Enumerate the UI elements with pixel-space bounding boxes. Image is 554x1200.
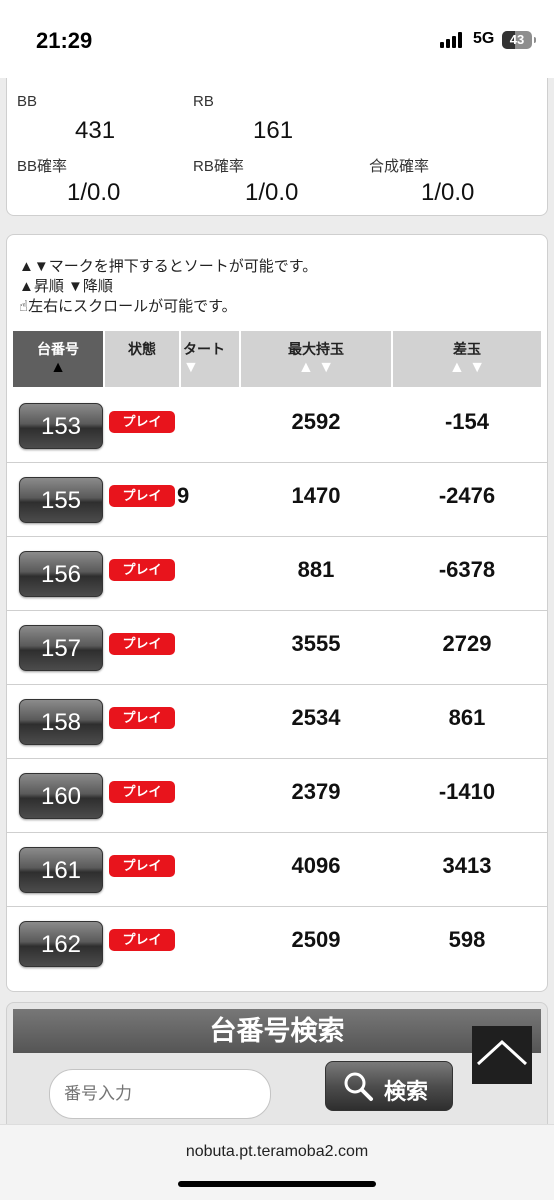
max-balls-value: 3555 — [291, 631, 341, 656]
diff-value: 2729 — [442, 631, 492, 656]
machine-number-button[interactable]: 155 — [19, 477, 103, 523]
table-row[interactable]: 155 プレイ 9 1470 -2476 — [7, 463, 547, 537]
url-text[interactable]: nobuta.pt.teramoba2.com — [0, 1143, 554, 1161]
bb-label: BB — [17, 93, 38, 110]
machine-number-button[interactable]: 160 — [19, 773, 103, 819]
battery-icon: 43 — [502, 31, 536, 49]
search-button[interactable]: 検索 — [325, 1061, 453, 1111]
machine-number-button[interactable]: 161 — [19, 847, 103, 893]
machine-number-button[interactable]: 157 — [19, 625, 103, 671]
sort-legend: ▲昇順 ▼降順 — [19, 278, 113, 295]
status-time: 21:29 — [36, 28, 93, 53]
max-balls-value: 2592 — [291, 409, 341, 434]
rb-prob-value: 1/0.0 — [245, 179, 299, 206]
max-balls-value: 2534 — [291, 705, 341, 730]
scroll-notice: ☝左右にスクロールが可能です。 — [19, 295, 237, 316]
status-badge: プレイ — [109, 411, 175, 433]
machine-number-button[interactable]: 156 — [19, 551, 103, 597]
sort-desc-icon[interactable]: ▼ — [183, 359, 239, 377]
sort-notice: ▲▼マークを押下するとソートが可能です。 — [19, 258, 318, 275]
status-badge: プレイ — [109, 781, 175, 803]
stats-card: BB 431 RB 161 BB確率 1/0.0 RB確率 1/0.0 合成確率… — [6, 60, 548, 216]
rb-label: RB — [193, 93, 214, 110]
header-max-balls-label: 最大持玉 — [288, 341, 344, 357]
bb-prob-value: 1/0.0 — [67, 179, 121, 206]
header-diff-label: 差玉 — [453, 341, 481, 357]
machine-number-button[interactable]: 153 — [19, 403, 103, 449]
status-badge: プレイ — [109, 707, 175, 729]
table-row[interactable]: 160 プレイ 2379 -1410 — [7, 759, 547, 833]
machine-number-button[interactable]: 162 — [19, 921, 103, 967]
machine-number-button[interactable]: 158 — [19, 699, 103, 745]
table-row[interactable]: 153 プレイ 2592 -154 — [7, 389, 547, 463]
table-row[interactable]: 158 プレイ 2534 861 — [7, 685, 547, 759]
header-number[interactable]: 台番号 ▲ — [13, 331, 103, 387]
sort-asc-icon[interactable]: ▲ — [13, 359, 103, 377]
combined-prob-value: 1/0.0 — [421, 179, 475, 206]
rb-value: 161 — [253, 117, 294, 144]
number-search-input[interactable] — [49, 1069, 271, 1119]
bb-prob-label: BB確率 — [17, 158, 68, 175]
search-button-label: 検索 — [384, 1079, 429, 1104]
swipe-hand-icon: ☝ — [19, 298, 29, 315]
rb-prob-label: RB確率 — [193, 158, 244, 175]
status-badge: プレイ — [109, 559, 175, 581]
header-start[interactable]: タート ▼ — [181, 331, 239, 387]
header-status: 状態 — [105, 331, 179, 387]
signal-icon — [440, 32, 466, 48]
diff-value: -154 — [444, 409, 490, 434]
status-badge: プレイ — [109, 929, 175, 951]
table-row[interactable]: 156 プレイ 881 -6378 — [7, 537, 547, 611]
number-search-card: 台番号検索 検索 — [6, 1002, 548, 1132]
diff-value: -2476 — [438, 483, 496, 508]
search-title: 台番号検索 — [13, 1009, 541, 1053]
combined-prob-label: 合成確率 — [369, 158, 430, 175]
table-header: 台番号 ▲ 状態 タート ▼ 最大持玉 ▲ ▼ 差玉 ▲ ▼ — [7, 331, 547, 387]
status-badge: プレイ — [109, 855, 175, 877]
table-row[interactable]: 162 プレイ 2509 598 — [7, 907, 547, 981]
home-indicator[interactable] — [178, 1181, 376, 1187]
status-badge: プレイ — [109, 485, 175, 507]
header-max-balls[interactable]: 最大持玉 ▲ ▼ — [241, 331, 391, 387]
max-balls-value: 881 — [297, 557, 335, 582]
sort-toggle-icon[interactable]: ▲ ▼ — [241, 359, 391, 377]
status-bar: 21:29 5G 43 — [0, 0, 554, 78]
max-balls-value: 4096 — [291, 853, 341, 878]
max-balls-value: 2509 — [291, 927, 341, 952]
status-badge: プレイ — [109, 633, 175, 655]
header-start-label: タート — [183, 341, 225, 357]
start-value: 9 — [177, 483, 190, 508]
diff-value: -6378 — [438, 557, 496, 582]
max-balls-value: 1470 — [291, 483, 341, 508]
network-type: 5G — [473, 30, 495, 47]
header-status-label: 状態 — [128, 341, 156, 357]
search-icon — [344, 1072, 373, 1101]
sort-toggle-icon[interactable]: ▲ ▼ — [393, 359, 541, 377]
header-diff[interactable]: 差玉 ▲ ▼ — [393, 331, 541, 387]
scroll-to-top-button[interactable] — [472, 1026, 532, 1084]
chevron-up-icon — [476, 1039, 528, 1066]
table-row[interactable]: 157 プレイ 3555 2729 — [7, 611, 547, 685]
diff-value: 3413 — [442, 853, 492, 878]
scroll-notice-text: 左右にスクロールが可能です。 — [28, 298, 237, 315]
battery-level: 43 — [509, 32, 525, 47]
max-balls-value: 2379 — [291, 779, 341, 804]
browser-url-bar[interactable]: nobuta.pt.teramoba2.com — [0, 1124, 554, 1200]
diff-value: -1410 — [438, 779, 496, 804]
bb-value: 431 — [75, 117, 116, 144]
table-row[interactable]: 161 プレイ 4096 3413 — [7, 833, 547, 907]
machine-list-card: ▲▼マークを押下するとソートが可能です。 ▲昇順 ▼降順 ☝左右にスクロールが可… — [6, 234, 548, 992]
diff-value: 861 — [448, 705, 486, 730]
diff-value: 598 — [448, 927, 486, 952]
header-number-label: 台番号 — [37, 341, 79, 357]
